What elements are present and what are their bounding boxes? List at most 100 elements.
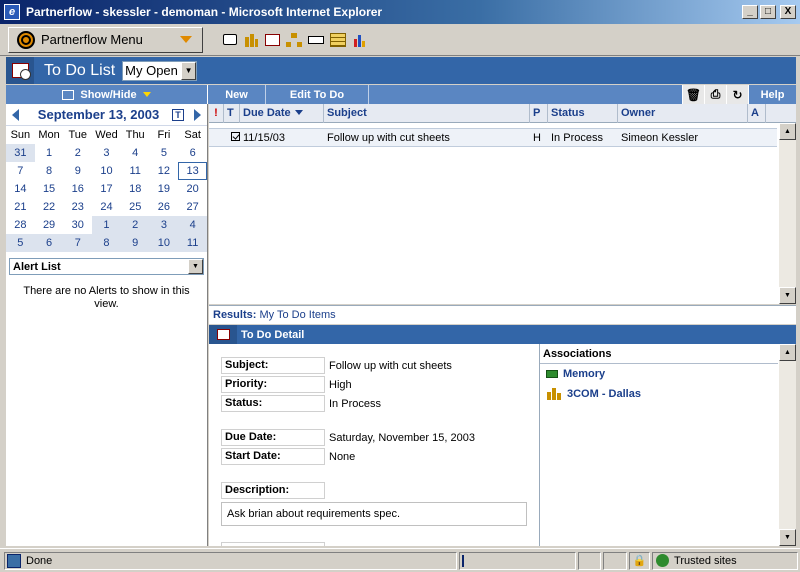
tape-icon[interactable]	[308, 35, 324, 44]
scroll-down-icon[interactable]: ▼	[779, 287, 796, 304]
column-status[interactable]: Status	[548, 103, 618, 123]
maximize-button[interactable]: □	[760, 5, 776, 19]
calendar-day[interactable]: 12	[150, 162, 179, 180]
calendar-day[interactable]: 23	[63, 198, 92, 216]
calendar-day[interactable]: 14	[6, 180, 35, 198]
calendar-day[interactable]: 6	[34, 234, 64, 252]
priority-value: High	[329, 378, 352, 391]
new-button[interactable]: New	[208, 85, 266, 104]
calendar-day[interactable]: 19	[150, 180, 179, 198]
calendar-day[interactable]: 25	[121, 198, 150, 216]
calendar-day[interactable]: 4	[178, 216, 207, 234]
results-label: Results:	[213, 309, 257, 321]
calendar-day[interactable]: 10	[92, 162, 121, 180]
list-scrollbar[interactable]: ▲ ▼	[779, 123, 796, 304]
due-date-value: Saturday, November 15, 2003	[329, 431, 475, 444]
next-month-icon[interactable]	[194, 108, 201, 121]
company-icon[interactable]	[243, 32, 259, 47]
calendar-day[interactable]: 6	[178, 144, 207, 162]
calendar-day[interactable]: 16	[63, 180, 92, 198]
calendar-day[interactable]: 22	[35, 198, 64, 216]
calendar-day[interactable]: 24	[92, 198, 121, 216]
minimize-button[interactable]: _	[742, 5, 758, 19]
close-button[interactable]: X	[780, 5, 796, 19]
calendar-day[interactable]: 8	[92, 234, 121, 252]
chevron-down-icon[interactable]: ▼	[181, 61, 197, 80]
calendar-day[interactable]: 15	[35, 180, 64, 198]
calendar-day[interactable]: 29	[35, 216, 64, 234]
print-icon[interactable]: ⎙	[704, 85, 726, 104]
chevron-down-icon[interactable]: ▼	[188, 259, 203, 274]
refresh-icon[interactable]: ↻	[726, 85, 748, 104]
calendar-day[interactable]: 17	[92, 180, 121, 198]
prev-month-icon[interactable]	[12, 108, 19, 121]
help-button[interactable]: Help	[748, 85, 796, 104]
column-owner[interactable]: Owner	[618, 103, 748, 123]
status-value: In Process	[329, 397, 381, 410]
association-item[interactable]: Memory	[540, 364, 796, 384]
column-subject[interactable]: Subject	[324, 103, 530, 123]
calendar-day[interactable]: 8	[35, 162, 64, 180]
calendar-day[interactable]: 7	[63, 234, 93, 252]
row-owner: Simeon Kessler	[621, 131, 699, 144]
calendar-day-selected[interactable]: 13	[178, 162, 207, 180]
calendar-day[interactable]: 9	[63, 162, 92, 180]
calendar-day[interactable]: 27	[178, 198, 207, 216]
calendar-day[interactable]: 7	[6, 162, 35, 180]
results-value: My To Do Items	[259, 309, 336, 321]
todo-icon[interactable]	[265, 33, 280, 46]
calendar-day[interactable]: 11	[121, 162, 150, 180]
weekday-label: Thu	[125, 129, 145, 141]
column-flag[interactable]: !	[209, 103, 224, 123]
view-select[interactable]: My Open ▼	[122, 60, 198, 81]
partnerflow-logo-icon	[17, 30, 35, 49]
column-type[interactable]: T	[224, 103, 240, 123]
calendar-day[interactable]: 18	[121, 180, 150, 198]
view-select-value: My Open	[125, 63, 178, 78]
subject-field: Subject: Follow up with cut sheets	[221, 357, 452, 374]
chart-icon[interactable]	[352, 32, 368, 47]
table-row[interactable]: 11/15/03 Follow up with cut sheets H In …	[209, 128, 777, 147]
column-due-date[interactable]: Due Date	[240, 103, 324, 123]
show-hide-button[interactable]: Show/Hide	[6, 85, 208, 104]
calendar-month[interactable]: September 13, 2003	[25, 107, 172, 122]
calendar-day[interactable]: 1	[35, 144, 64, 162]
table-icon[interactable]	[330, 32, 346, 47]
calendar-day[interactable]: 20	[178, 180, 207, 198]
calendar-day[interactable]: 9	[120, 234, 150, 252]
calendar-day[interactable]: 30	[63, 216, 92, 234]
associations-scrollbar[interactable]: ▲ ▼	[779, 344, 796, 546]
calendar-day[interactable]: 10	[149, 234, 179, 252]
list-header: ! T Due Date Subject P Status Owner A	[209, 103, 796, 123]
weekday-label: Fri	[157, 129, 171, 141]
calendar-day[interactable]: 2	[120, 216, 150, 234]
calendar-day[interactable]: 5	[6, 234, 35, 252]
chevron-down-icon	[180, 36, 192, 43]
column-a[interactable]: A	[748, 103, 766, 123]
trash-icon[interactable]: 🗑	[682, 85, 704, 104]
calendar-day[interactable]: 2	[63, 144, 92, 162]
calendar-day[interactable]: 26	[150, 198, 179, 216]
scroll-down-icon[interactable]: ▼	[779, 529, 796, 546]
book-icon[interactable]	[223, 34, 237, 45]
calendar-day[interactable]: 28	[6, 216, 35, 234]
scroll-up-icon[interactable]: ▲	[779, 123, 796, 140]
column-priority[interactable]: P	[530, 103, 548, 123]
calendar-day[interactable]: 1	[92, 216, 121, 234]
calendar-day[interactable]: 21	[6, 198, 35, 216]
scroll-up-icon[interactable]: ▲	[779, 344, 796, 361]
association-item[interactable]: 3COM - Dallas	[540, 384, 796, 404]
org-chart-icon[interactable]	[286, 32, 302, 47]
edit-todo-button[interactable]: Edit To Do	[266, 85, 369, 104]
calendar-day[interactable]: 3	[149, 216, 179, 234]
calendar-day[interactable]: 31	[6, 144, 35, 162]
alert-list-select[interactable]: Alert List ▼	[9, 258, 204, 275]
alerts-empty-message: There are no Alerts to show in this view…	[23, 285, 190, 310]
today-button[interactable]: T	[172, 108, 184, 121]
sort-desc-icon	[294, 110, 303, 116]
calendar-day[interactable]: 4	[121, 144, 150, 162]
calendar-day[interactable]: 11	[178, 234, 207, 252]
partnerflow-menu-button[interactable]: Partnerflow Menu	[8, 26, 203, 53]
calendar-day[interactable]: 3	[92, 144, 121, 162]
calendar-day[interactable]: 5	[150, 144, 179, 162]
